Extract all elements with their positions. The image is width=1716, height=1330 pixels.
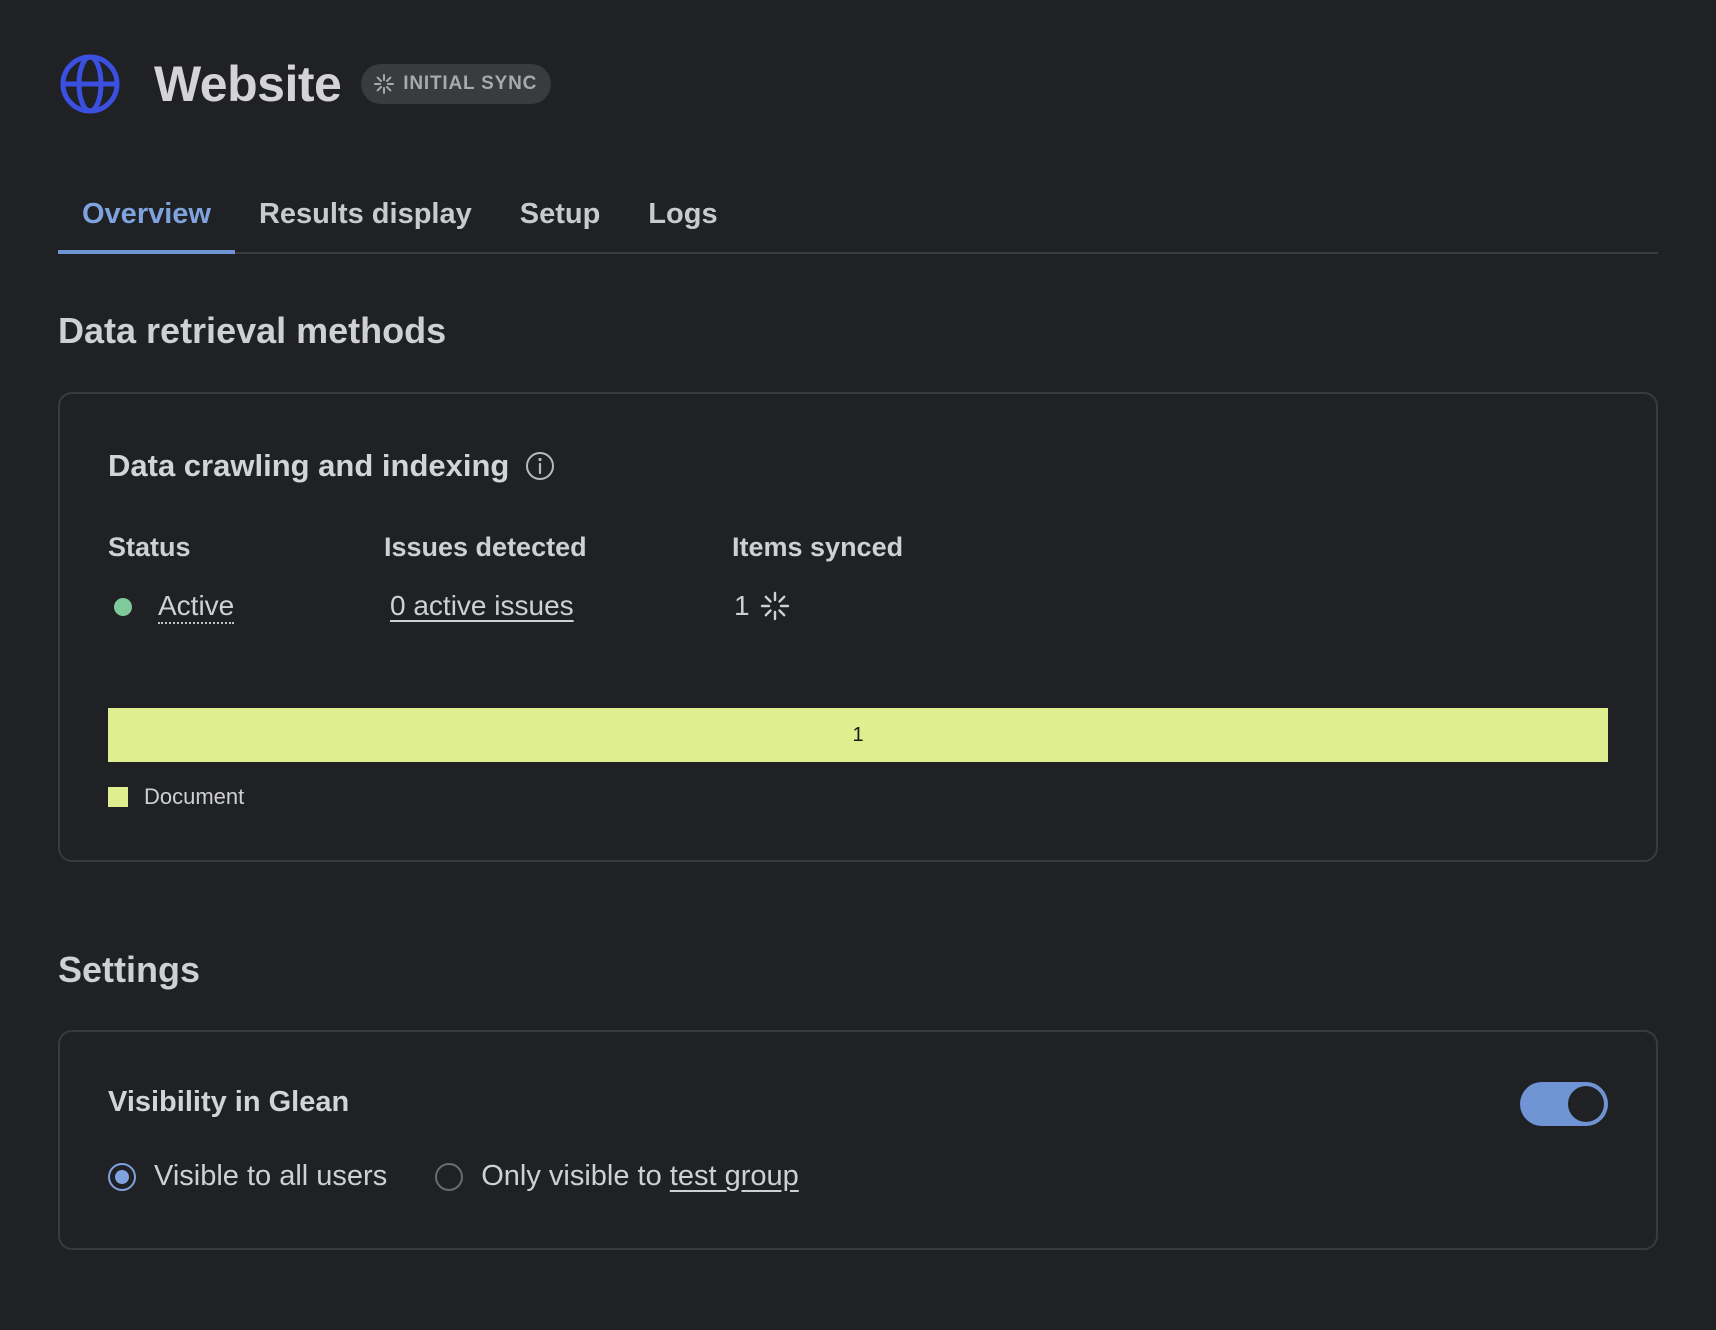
globe-icon [60, 54, 120, 114]
tab-setup[interactable]: Setup [496, 186, 625, 252]
issues-value: 0 active issues [390, 590, 574, 622]
loading-spinner-icon [374, 74, 395, 94]
data-crawling-title: Data crawling and indexing [108, 448, 555, 484]
tab-results-display[interactable]: Results display [235, 186, 496, 252]
legend-label-document: Document [144, 784, 245, 809]
tab-logs[interactable]: Logs [624, 186, 741, 252]
data-retrieval-heading: Data retrieval methods [58, 310, 447, 351]
visibility-toggle[interactable] [1520, 1082, 1608, 1126]
data-crawling-card: Data crawling and indexing Status Issues… [58, 392, 1658, 862]
items-breakdown-bar: 1 [108, 708, 1608, 762]
visibility-card: Visibility in Glean Visible to all users… [58, 1030, 1658, 1250]
settings-heading: Settings [58, 949, 201, 990]
items-breakdown-bar-value: 1 [852, 723, 864, 746]
items-synced-value: 1 [734, 590, 790, 622]
status-label: Status [108, 532, 191, 562]
status-value: Active [108, 590, 235, 624]
option-only-group[interactable]: Only visible to test group [435, 1160, 799, 1193]
visibility-title: Visibility in Glean [108, 1086, 350, 1118]
radio-only-group[interactable] [435, 1162, 464, 1191]
status-indicator-dot [114, 598, 132, 616]
option-only-group-label: Only visible to [481, 1160, 670, 1192]
page-title: Website [154, 56, 342, 112]
items-synced-label: Items synced [732, 532, 904, 562]
breakdown-legend: Document [108, 784, 244, 810]
data-crawling-title-text: Data crawling and indexing [108, 448, 510, 483]
loading-spinner-icon [760, 591, 789, 621]
issues-label: Issues detected [384, 532, 587, 562]
info-icon[interactable] [525, 451, 555, 481]
sync-status-badge: INITIAL SYNC [361, 64, 552, 104]
test-group-link[interactable]: test group [670, 1160, 799, 1193]
active-issues-link[interactable]: 0 active issues [390, 590, 574, 622]
badge-label: INITIAL SYNC [403, 73, 538, 94]
option-visible-to-all[interactable]: Visible to all users [108, 1160, 387, 1193]
tab-overview[interactable]: Overview [58, 186, 235, 254]
toggle-knob [1568, 1086, 1604, 1122]
radio-visible-to-all[interactable] [108, 1162, 136, 1191]
page-header: Website INITIAL SYNC [58, 52, 552, 116]
visibility-options: Visible to all users Only visible to tes… [108, 1160, 847, 1193]
tab-bar: Overview Results display Setup Logs [58, 186, 1658, 254]
option-visible-to-all-label: Visible to all users [154, 1160, 388, 1192]
legend-swatch-document [108, 787, 128, 807]
items-synced-count: 1 [734, 590, 750, 621]
status-active-link[interactable]: Active [158, 590, 235, 624]
